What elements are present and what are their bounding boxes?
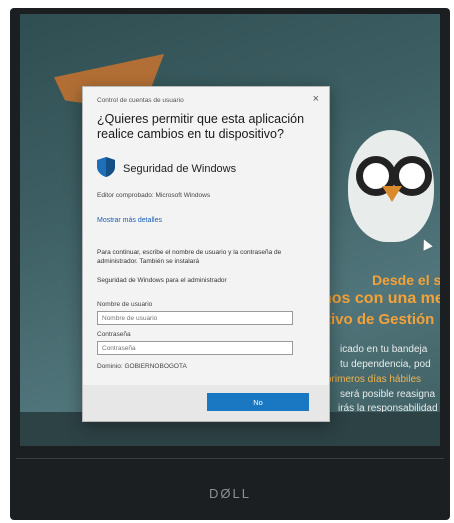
monitor-photo: Desde el sáb nos con una me tivo de Gest… <box>10 8 450 520</box>
shield-icon <box>97 157 115 177</box>
bg-body-2: tu dependencia, pod <box>340 359 431 370</box>
uac-dialog: Control de cuentas de usuario × ¿Quieres… <box>82 86 330 422</box>
close-icon[interactable]: × <box>313 93 319 105</box>
dialog-title: Control de cuentas de usuario <box>97 97 184 104</box>
dell-logo: DØLL <box>209 486 251 501</box>
bg-body-1: icado en tu bandeja <box>340 344 428 355</box>
domain-text: Dominio: GOBIERNOBOGOTA <box>97 363 187 370</box>
bg-body-3: primeros días hábiles <box>326 374 422 385</box>
penguin-beak <box>382 186 402 202</box>
show-details-link[interactable]: Mostrar más detalles <box>97 217 162 224</box>
publisher-text: Editor comprobado: Microsoft Windows <box>97 192 211 199</box>
admin-label: Seguridad de Windows para el administrad… <box>97 277 227 284</box>
bg-headline-3: tivo de Gestión <box>326 311 435 328</box>
app-name: Seguridad de Windows <box>123 163 237 175</box>
bg-headline-2: nos con una me <box>322 290 440 307</box>
password-label: Contraseña <box>97 331 131 338</box>
bezel-edge <box>16 458 444 459</box>
bg-headline-1: Desde el sáb <box>372 272 440 288</box>
password-input[interactable] <box>97 341 293 355</box>
dialog-question: ¿Quieres permitir que esta aplicación re… <box>97 112 305 141</box>
username-input[interactable] <box>97 311 293 325</box>
instructions-text: Para continuar, escribe el nombre de usu… <box>97 249 282 265</box>
screen: Desde el sáb nos con una me tivo de Gest… <box>20 14 440 446</box>
dialog-footer: No <box>83 385 329 421</box>
username-label: Nombre de usuario <box>97 301 153 308</box>
penguin-mascot-icon <box>344 124 440 254</box>
bg-body-4: será posible reasigna <box>340 389 436 400</box>
no-button[interactable]: No <box>207 393 309 411</box>
